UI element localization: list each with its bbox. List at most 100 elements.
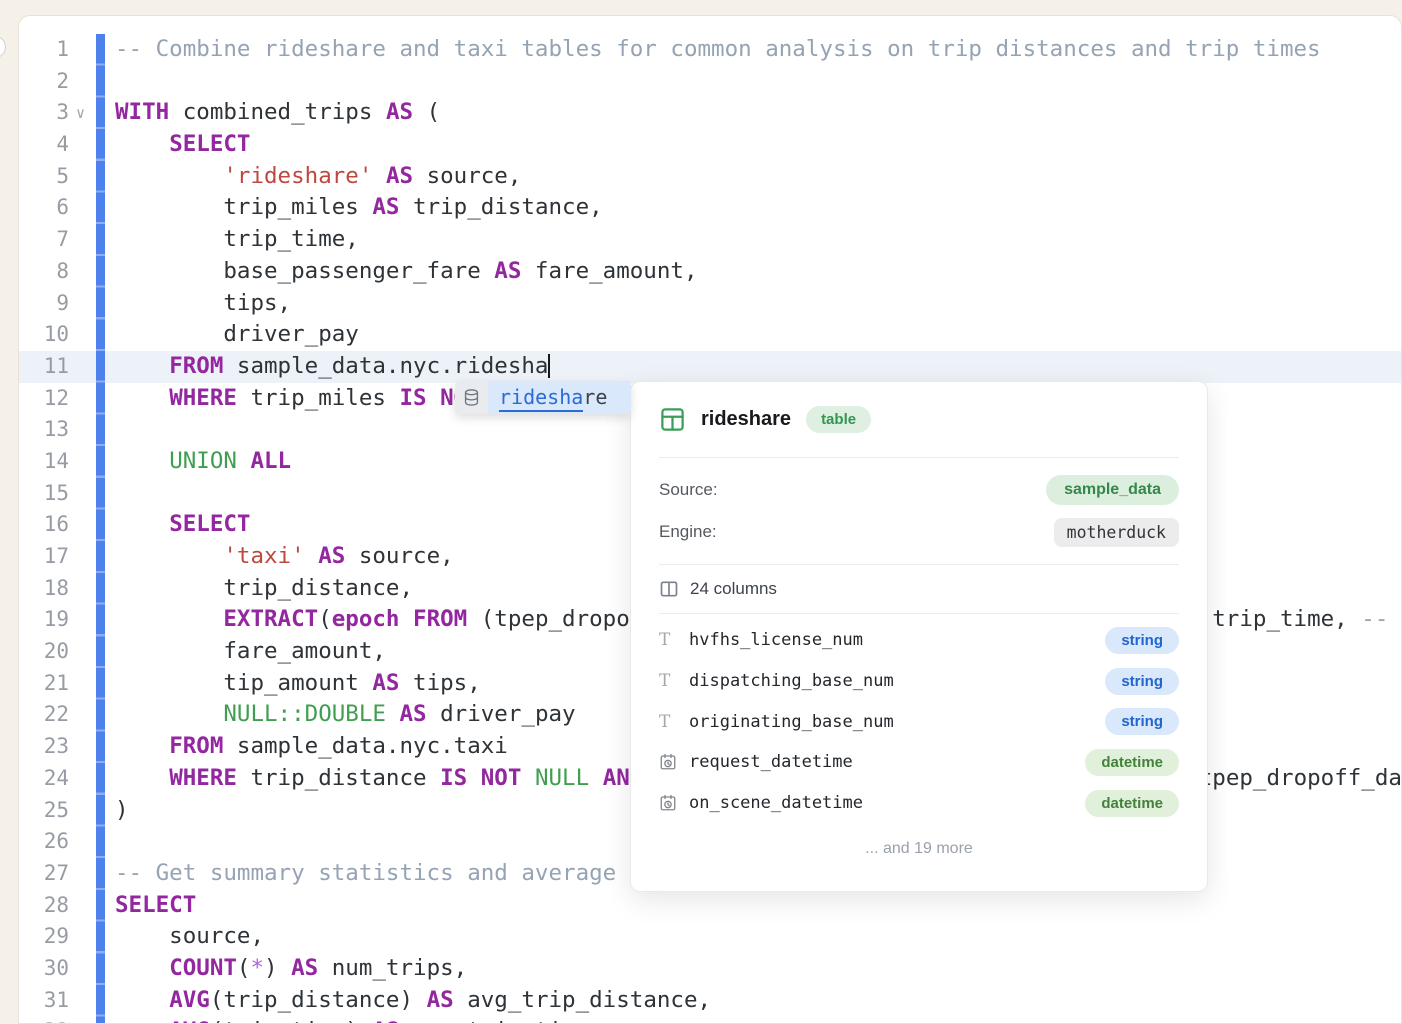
code-text: SELECT: [115, 129, 250, 161]
line-number: 22: [19, 699, 69, 731]
line-number: 19: [19, 604, 69, 636]
code-line[interactable]: 2: [19, 66, 1401, 98]
code-text: FROM sample_data.nyc.taxi: [115, 731, 508, 763]
code-line[interactable]: 1 -- Combine rideshare and taxi tables fo…: [19, 34, 1401, 66]
column-row: Tdispatching_base_numstring: [659, 661, 1179, 702]
line-number: 18: [19, 573, 69, 605]
calendar-clock-icon: [659, 753, 689, 771]
text-type-icon: T: [659, 671, 689, 691]
more-columns-label: ... and 19 more: [659, 823, 1179, 875]
code-line[interactable]: 7 trip_time,: [19, 224, 1401, 256]
code-text: SELECT: [115, 509, 250, 541]
code-line[interactable]: 11 FROM sample_data.nyc.ridesha: [19, 351, 1401, 383]
line-number: 15: [19, 478, 69, 510]
code-text: WITH combined_trips AS (: [115, 97, 440, 129]
code-text: 'rideshare' AS source,: [115, 161, 521, 193]
code-line[interactable]: 30 COUNT(*) AS num_trips,: [19, 953, 1401, 985]
columns-list: Thvfhs_license_numstringTdispatching_bas…: [659, 614, 1179, 823]
collapsed-sidebar-toggle[interactable]: [0, 36, 6, 58]
code-text: tip_amount AS tips,: [115, 668, 481, 700]
line-number: 7: [19, 224, 69, 256]
line-number: 21: [19, 668, 69, 700]
line-number: 11: [19, 351, 69, 383]
code-text: COUNT(*) AS num_trips,: [115, 953, 467, 985]
autocomplete-rest-text: re: [583, 385, 607, 409]
code-line[interactable]: 4 SELECT: [19, 129, 1401, 161]
code-text: -- Combine rideshare and taxi tables for…: [115, 34, 1321, 66]
engine-value-badge: motherduck: [1054, 518, 1179, 547]
column-name: request_datetime: [689, 752, 1085, 772]
line-number: 3: [19, 97, 69, 129]
code-text: trip_time,: [115, 224, 359, 256]
code-line[interactable]: 3∨ WITH combined_trips AS (: [19, 97, 1401, 129]
code-line[interactable]: 8 base_passenger_fare AS fare_amount,: [19, 256, 1401, 288]
code-text: source,: [115, 921, 264, 953]
line-number: 25: [19, 795, 69, 827]
line-number: 29: [19, 921, 69, 953]
code-line[interactable]: 28 SELECT: [19, 890, 1401, 922]
line-number: 5: [19, 161, 69, 193]
engine-label: Engine:: [659, 522, 717, 542]
autocomplete-label: rideshare: [488, 381, 631, 414]
line-number: 6: [19, 192, 69, 224]
code-line[interactable]: 31 AVG(trip_distance) AS avg_trip_distan…: [19, 985, 1401, 1017]
type-badge: string: [1105, 627, 1179, 654]
autocomplete-item-rideshare[interactable]: rideshare: [455, 381, 631, 414]
database-icon: [455, 381, 488, 414]
code-text: AVG(trip_distance) AS avg_trip_distance,: [115, 985, 711, 1017]
code-text: SELECT: [115, 890, 196, 922]
column-row: request_datetimedatetime: [659, 742, 1179, 783]
type-badge: string: [1105, 708, 1179, 735]
code-text: driver_pay: [115, 319, 359, 351]
code-line[interactable]: 10 driver_pay: [19, 319, 1401, 351]
changed-lines-gutter-bar: [96, 34, 105, 1023]
table-badge: table: [806, 406, 871, 433]
code-text: ): [115, 795, 129, 827]
columns-icon: [659, 579, 679, 599]
line-number: 28: [19, 890, 69, 922]
code-line[interactable]: 9 tips,: [19, 288, 1401, 320]
line-number: 32: [19, 1016, 69, 1024]
autocomplete-matched-text: ridesha: [499, 385, 583, 412]
column-name: hvfhs_license_num: [689, 630, 1105, 650]
source-row: Source: sample_data: [659, 469, 1179, 511]
line-number: 1: [19, 34, 69, 66]
source-value-badge: sample_data: [1046, 475, 1179, 505]
column-row: on_scene_datetimedatetime: [659, 783, 1179, 824]
fold-chevron-icon[interactable]: ∨: [76, 98, 85, 130]
line-number: 4: [19, 129, 69, 161]
column-name: originating_base_num: [689, 712, 1105, 732]
column-row: Thvfhs_license_numstring: [659, 620, 1179, 661]
line-number: 17: [19, 541, 69, 573]
source-label: Source:: [659, 480, 718, 500]
line-number: 8: [19, 256, 69, 288]
line-number: 12: [19, 383, 69, 415]
calendar-clock-icon: [659, 794, 689, 812]
code-line[interactable]: 29 source,: [19, 921, 1401, 953]
line-number: 9: [19, 288, 69, 320]
columns-count-row: 24 columns: [659, 565, 1179, 614]
code-text: tips,: [115, 288, 291, 320]
type-badge: datetime: [1085, 790, 1179, 817]
line-number: 23: [19, 731, 69, 763]
column-name: on_scene_datetime: [689, 793, 1085, 813]
line-number: 20: [19, 636, 69, 668]
line-number: 30: [19, 953, 69, 985]
code-line[interactable]: 6 trip_miles AS trip_distance,: [19, 192, 1401, 224]
code-line[interactable]: 32 AVG(trip_time) AS avg_trip_time,: [19, 1016, 1401, 1024]
table-info-popup: rideshare table Source: sample_data Engi…: [630, 381, 1208, 892]
code-text: UNION ALL: [115, 446, 291, 478]
line-number: 31: [19, 985, 69, 1017]
code-text: fare_amount,: [115, 636, 386, 668]
table-popup-header: rideshare table: [659, 382, 1179, 458]
text-type-icon: T: [659, 630, 689, 650]
code-line[interactable]: 5 'rideshare' AS source,: [19, 161, 1401, 193]
table-meta-section: Source: sample_data Engine: motherduck: [659, 458, 1179, 565]
line-number: 24: [19, 763, 69, 795]
code-text: trip_distance,: [115, 573, 413, 605]
code-text: base_passenger_fare AS fare_amount,: [115, 256, 698, 288]
text-cursor: [548, 354, 550, 378]
line-number: 26: [19, 826, 69, 858]
code-text: FROM sample_data.nyc.ridesha: [115, 351, 550, 383]
column-name: dispatching_base_num: [689, 671, 1105, 691]
